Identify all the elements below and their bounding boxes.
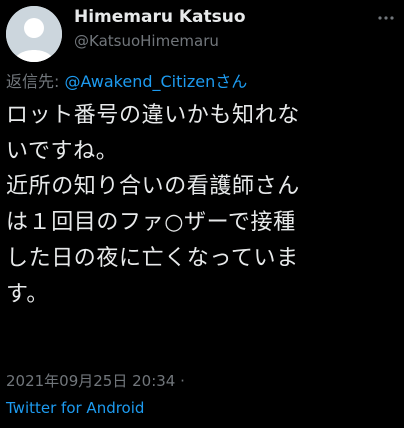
tweet-line: した日の夜に亡くなっていま	[6, 245, 299, 271]
avatar[interactable]	[6, 6, 62, 62]
tweet-line: 近所の知り合いの看護師さん	[6, 174, 300, 200]
tweet-line: いですね。	[6, 138, 119, 164]
replying-to: 返信先: @Awakend_Citizenさん	[6, 72, 247, 92]
display-name[interactable]: Himemaru Katsuo	[74, 6, 374, 28]
tweet-line: す。	[6, 281, 50, 307]
tweet-line: ロット番号の違いかも知れな	[6, 103, 300, 128]
default-profile-icon	[6, 6, 62, 62]
tweet-text: ロット番号の違いかも知れな いですね。 近所の知り合いの看護師さん は１回目のフ…	[6, 98, 400, 312]
more-icon	[378, 16, 394, 20]
tweet-source-link[interactable]: Twitter for Android	[6, 398, 144, 418]
user-handle[interactable]: @KatsuoHimemaru	[74, 30, 374, 52]
reply-mention-link[interactable]: @Awakend_Citizenさん	[64, 72, 247, 91]
tweet-timestamp[interactable]: 2021年09月25日 20:34 ·	[6, 371, 185, 391]
replying-to-label: 返信先:	[6, 72, 65, 91]
author-block[interactable]: Himemaru Katsuo @KatsuoHimemaru	[74, 6, 374, 52]
tweet-line: は１回目のファ○ザーで接種	[6, 210, 296, 236]
more-options-button[interactable]	[376, 8, 396, 28]
